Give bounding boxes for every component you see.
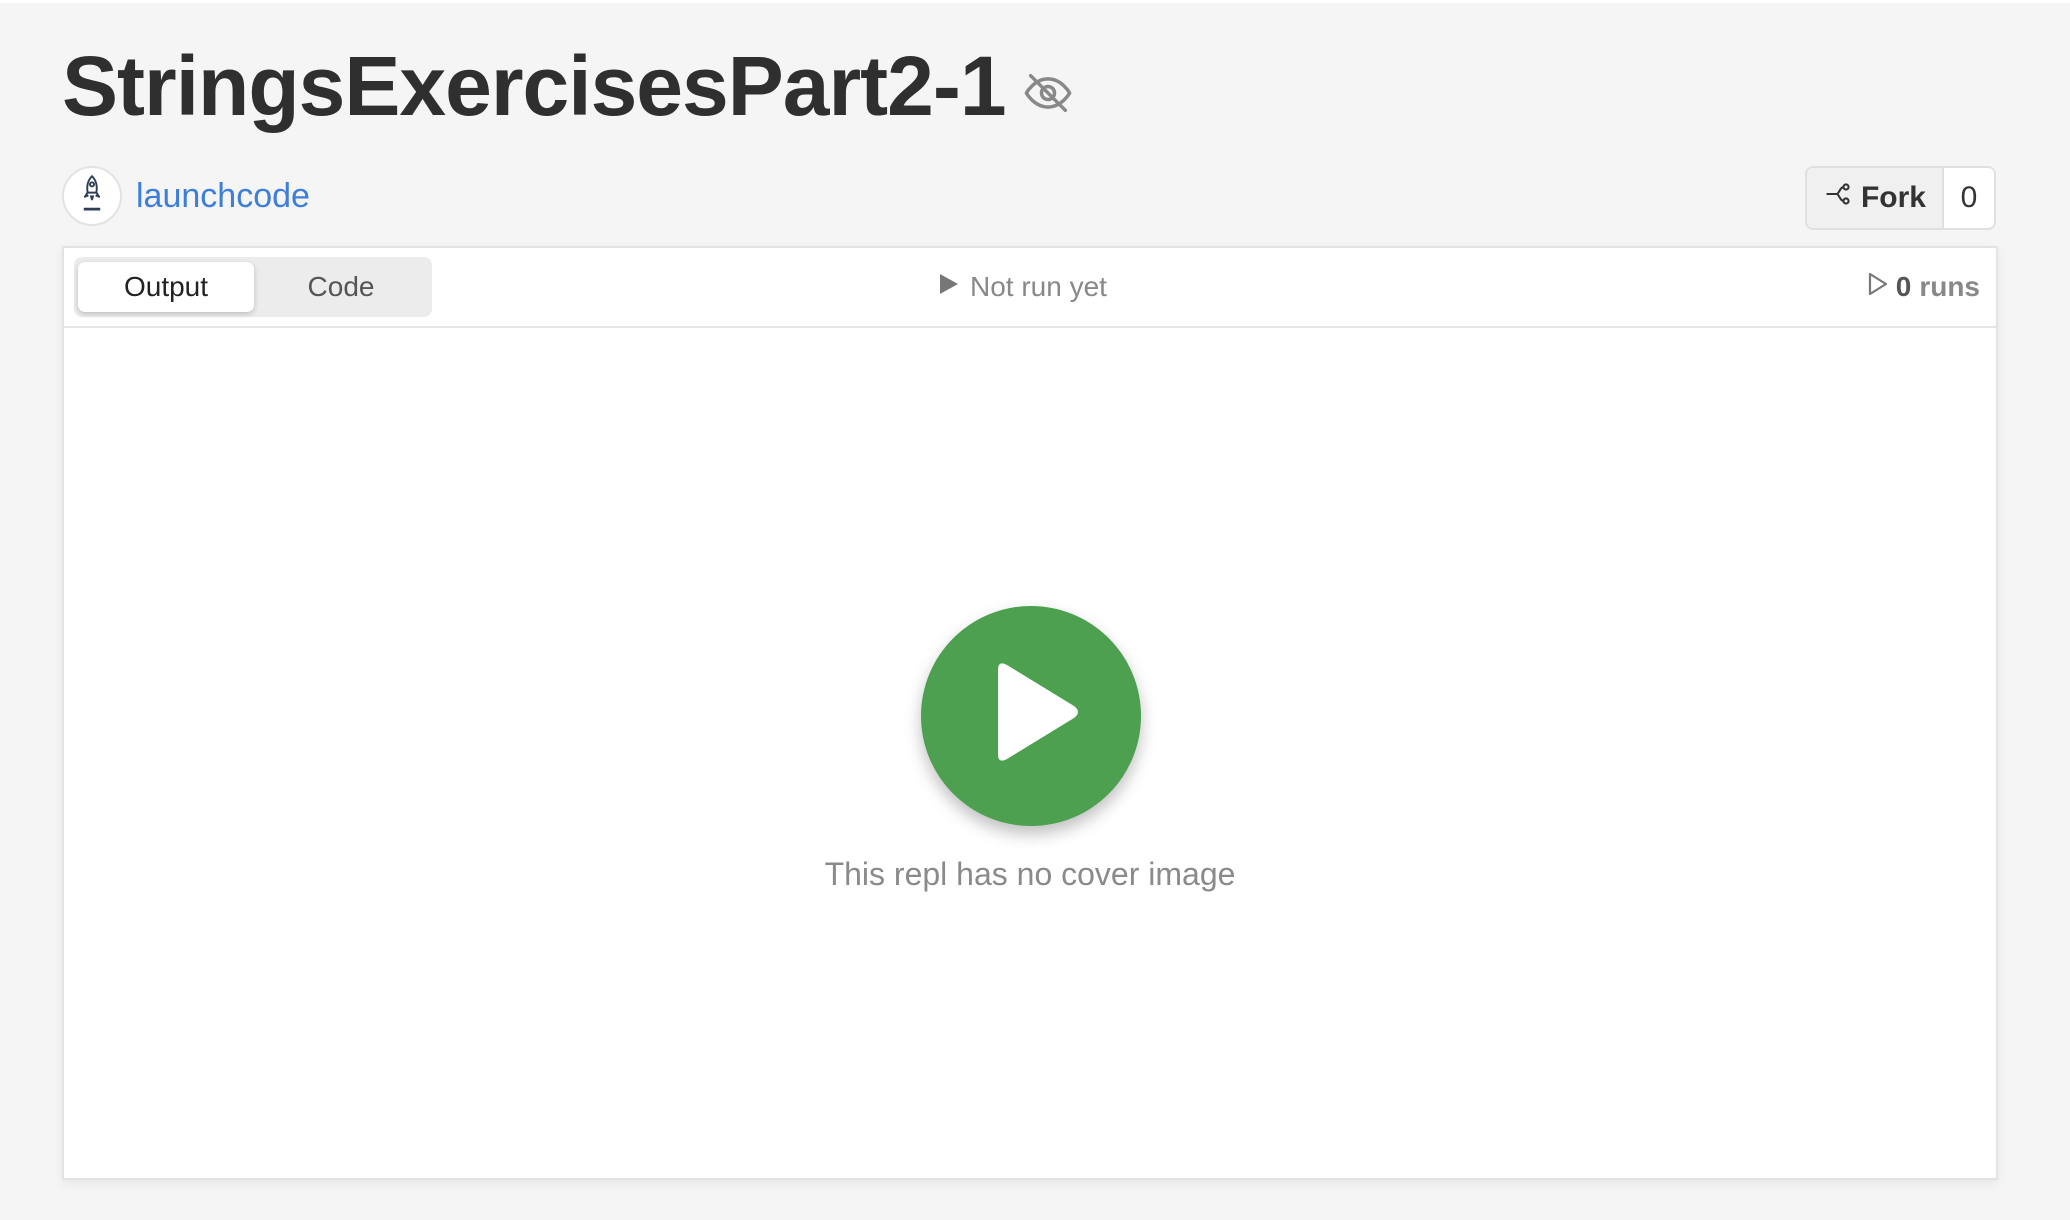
cover-area: This repl has no cover image <box>64 328 1996 1180</box>
runs-label: runs <box>1919 271 1980 302</box>
run-play-button[interactable] <box>921 606 1141 826</box>
owner-row: launchcode <box>62 166 310 226</box>
play-triangle-icon <box>938 271 970 303</box>
tab-output[interactable]: Output <box>78 262 254 312</box>
panel-header: Output Code Not run yet 0 runs <box>64 248 1996 328</box>
owner-link[interactable]: launchcode <box>136 177 310 216</box>
rocket-icon <box>75 172 109 221</box>
page-title: StringsExercisesPart2-1 <box>62 39 1007 133</box>
top-divider <box>0 0 2070 3</box>
play-outline-icon <box>1866 271 1896 304</box>
fork-label: Fork <box>1860 181 1926 214</box>
runs-number: 0 <box>1895 271 1912 302</box>
fork-button[interactable]: Fork <box>1806 168 1944 228</box>
fork-group: Fork 0 <box>1804 166 1996 230</box>
repl-preview-panel: Output Code Not run yet 0 runs This repl <box>62 246 1998 1180</box>
play-icon <box>976 654 1086 779</box>
fork-icon <box>1825 180 1861 216</box>
view-tabs: Output Code <box>74 257 432 317</box>
fork-count: 0 <box>1944 168 1994 228</box>
run-status: Not run yet <box>938 248 1107 326</box>
run-count: 0 runs <box>1866 248 1980 326</box>
run-status-text: Not run yet <box>970 271 1107 302</box>
eye-off-icon <box>1022 67 1074 119</box>
no-cover-message: This repl has no cover image <box>824 856 1236 892</box>
title-row: StringsExercisesPart2-1 <box>62 36 1074 136</box>
avatar[interactable] <box>62 166 122 226</box>
tab-code[interactable]: Code <box>254 262 428 312</box>
